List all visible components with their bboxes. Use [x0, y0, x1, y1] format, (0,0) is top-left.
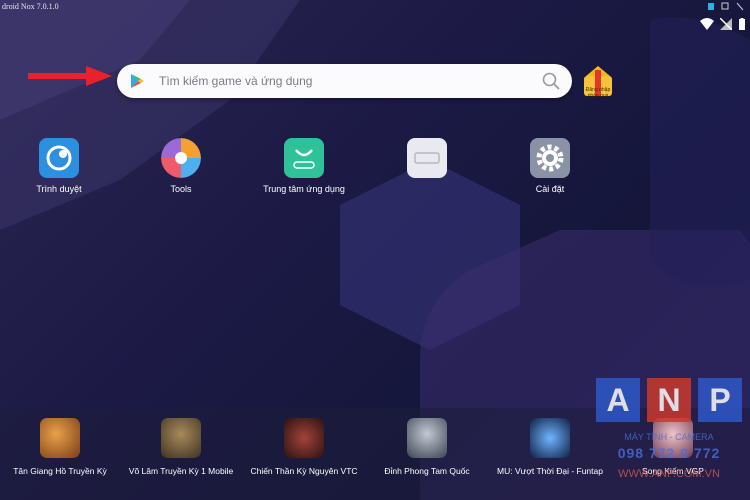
- game-icon: [407, 418, 447, 458]
- game-icon: [40, 418, 80, 458]
- watermark-letter: N: [647, 378, 691, 422]
- browser-icon: [39, 138, 79, 178]
- watermark-tagline: MÁY TÍNH - CAMERA: [624, 432, 714, 442]
- watermark-site: WWW.ANP.COM.VN: [618, 468, 720, 480]
- app-center-icon: [284, 138, 324, 178]
- wifi-icon: [700, 18, 714, 30]
- app-settings[interactable]: Cài đặt: [505, 138, 595, 194]
- game-label: Đỉnh Phong Tam Quốc: [384, 466, 470, 476]
- title-bar: droid Nox 7.0.1.0: [0, 0, 750, 14]
- game-label: Tân Giang Hồ Truyền Kỳ: [13, 466, 107, 476]
- red-arrow-annotation: [28, 66, 112, 86]
- app-tools[interactable]: Tools: [136, 138, 226, 194]
- app-label: Trung tâm ứng dụng: [263, 184, 345, 194]
- app-label: Trình duyệt: [36, 184, 82, 194]
- watermark-letter: P: [698, 378, 742, 422]
- login-reward-label: Đăng nhập nhận quà: [585, 87, 611, 99]
- app-nox[interactable]: [382, 138, 472, 184]
- game-label: Võ Lâm Truyền Kỳ 1 Mobile: [128, 466, 234, 476]
- nox-icon: [407, 138, 447, 178]
- game-vo-lam[interactable]: Võ Lâm Truyền Kỳ 1 Mobile: [121, 418, 241, 476]
- anp-watermark: A N P MÁY TÍNH - CAMERA 098 772 0 772 WW…: [596, 378, 742, 488]
- game-label: Chiến Thần Kỳ Nguyên VTC: [250, 466, 358, 476]
- search-input[interactable]: Tìm kiếm game và ứng dụng: [159, 74, 312, 88]
- gear-icon: [530, 138, 570, 178]
- watermark-phone: 098 772 0 772: [617, 445, 721, 461]
- search-bar[interactable]: Tìm kiếm game và ứng dụng: [117, 64, 572, 98]
- app-label: Tools: [170, 184, 192, 194]
- game-mu[interactable]: MU: Vượt Thời Đại - Funtap: [490, 418, 610, 476]
- game-dinh-phong[interactable]: Đỉnh Phong Tam Quốc: [367, 418, 487, 476]
- app-label: Cài đặt: [535, 184, 565, 194]
- watermark-letter: A: [596, 378, 640, 422]
- game-icon: [161, 418, 201, 458]
- window-title: droid Nox 7.0.1.0: [2, 2, 59, 11]
- app-browser[interactable]: Trình duyệt: [14, 138, 104, 194]
- status-bar: [700, 18, 746, 30]
- game-tan-giang-ho[interactable]: Tân Giang Hồ Truyền Kỳ: [0, 418, 120, 476]
- window-controls-icon[interactable]: [706, 1, 746, 12]
- game-icon: [284, 418, 324, 458]
- signal-off-icon: [720, 18, 732, 30]
- game-icon: [530, 418, 570, 458]
- app-center[interactable]: Trung tâm ứng dụng: [259, 138, 349, 194]
- battery-icon: [739, 18, 745, 30]
- tools-icon: [161, 138, 201, 178]
- play-store-icon: [131, 74, 144, 88]
- game-chien-than[interactable]: Chiến Thần Kỳ Nguyên VTC: [244, 418, 364, 476]
- game-label: MU: Vượt Thời Đại - Funtap: [497, 466, 603, 476]
- search-icon[interactable]: [542, 72, 560, 90]
